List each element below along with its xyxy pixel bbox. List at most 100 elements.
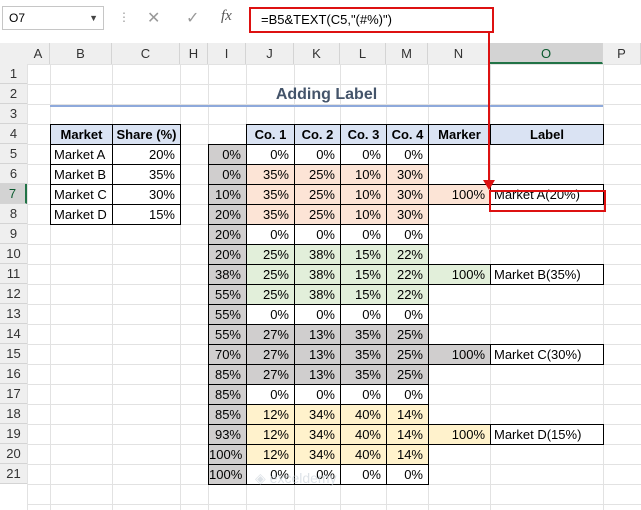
row-header-1[interactable]: 1 [0, 64, 27, 84]
company-value-cell[interactable]: 40% [340, 444, 387, 465]
name-box[interactable]: O7 ▼ [2, 6, 104, 30]
main-table-header[interactable]: Co. 4 [386, 124, 429, 145]
row-header-8[interactable]: 8 [0, 204, 27, 224]
company-value-cell[interactable]: 0% [246, 224, 295, 245]
company-value-cell[interactable]: 30% [386, 164, 429, 185]
company-value-cell[interactable]: 0% [294, 144, 341, 165]
company-value-cell[interactable]: 25% [386, 324, 429, 345]
cumulative-cell[interactable]: 55% [208, 324, 247, 345]
company-value-cell[interactable]: 0% [340, 144, 387, 165]
column-header-j[interactable]: J [246, 43, 294, 64]
company-value-cell[interactable]: 0% [294, 304, 341, 325]
company-value-cell[interactable]: 0% [386, 384, 429, 405]
company-value-cell[interactable]: 13% [294, 364, 341, 385]
cumulative-cell[interactable]: 0% [208, 144, 247, 165]
company-value-cell[interactable]: 34% [294, 404, 341, 425]
company-value-cell[interactable]: 35% [340, 364, 387, 385]
formula-input[interactable]: =B5&TEXT(C5,"(#%)") [249, 7, 494, 33]
company-value-cell[interactable]: 25% [294, 164, 341, 185]
cumulative-cell[interactable]: 20% [208, 204, 247, 225]
column-header-l[interactable]: L [340, 43, 386, 64]
main-table-header[interactable]: Co. 2 [294, 124, 341, 145]
company-value-cell[interactable]: 0% [386, 224, 429, 245]
cumulative-cell[interactable]: 93% [208, 424, 247, 445]
column-header-b[interactable]: B [50, 43, 112, 64]
row-header-14[interactable]: 14 [0, 324, 27, 344]
cumulative-cell[interactable]: 85% [208, 364, 247, 385]
column-header-n[interactable]: N [428, 43, 490, 64]
row-header-19[interactable]: 19 [0, 424, 27, 444]
column-header-i[interactable]: I [208, 43, 246, 64]
company-value-cell[interactable]: 35% [246, 204, 295, 225]
column-header-k[interactable]: K [294, 43, 340, 64]
company-value-cell[interactable]: 0% [386, 144, 429, 165]
market-name-cell[interactable]: Market D [50, 204, 113, 225]
company-value-cell[interactable]: 35% [246, 164, 295, 185]
company-value-cell[interactable]: 40% [340, 424, 387, 445]
market-name-cell[interactable]: Market B [50, 164, 113, 185]
company-value-cell[interactable]: 27% [246, 364, 295, 385]
company-value-cell[interactable]: 0% [246, 304, 295, 325]
company-value-cell[interactable]: 15% [340, 264, 387, 285]
company-value-cell[interactable]: 22% [386, 244, 429, 265]
row-header-9[interactable]: 9 [0, 224, 27, 244]
company-value-cell[interactable]: 10% [340, 204, 387, 225]
chevron-down-icon[interactable]: ▼ [89, 7, 98, 29]
row-header-17[interactable]: 17 [0, 384, 27, 404]
share-value-cell[interactable]: 15% [112, 204, 181, 225]
row-header-21[interactable]: 21 [0, 464, 27, 484]
company-value-cell[interactable]: 13% [294, 344, 341, 365]
company-value-cell[interactable]: 25% [294, 184, 341, 205]
row-header-13[interactable]: 13 [0, 304, 27, 324]
company-value-cell[interactable]: 25% [246, 264, 295, 285]
marker-cell[interactable]: 100% [428, 184, 491, 205]
column-header-m[interactable]: M [386, 43, 428, 64]
company-value-cell[interactable]: 25% [386, 364, 429, 385]
company-value-cell[interactable]: 30% [386, 204, 429, 225]
column-header-o[interactable]: O [490, 43, 603, 64]
marker-cell[interactable]: 100% [428, 424, 491, 445]
company-value-cell[interactable]: 0% [386, 464, 429, 485]
row-header-2[interactable]: 2 [0, 84, 27, 104]
company-value-cell[interactable]: 35% [246, 184, 295, 205]
share-value-cell[interactable]: 35% [112, 164, 181, 185]
cumulative-cell[interactable]: 100% [208, 444, 247, 465]
column-header-c[interactable]: C [112, 43, 180, 64]
label-cell[interactable]: Market B(35%) [490, 264, 604, 285]
company-value-cell[interactable]: 0% [246, 144, 295, 165]
row-header-3[interactable]: 3 [0, 104, 27, 124]
label-cell[interactable]: Market D(15%) [490, 424, 604, 445]
cumulative-cell[interactable]: 0% [208, 164, 247, 185]
company-value-cell[interactable]: 14% [386, 404, 429, 425]
company-value-cell[interactable]: 38% [294, 284, 341, 305]
main-table-header[interactable]: Co. 3 [340, 124, 387, 145]
company-value-cell[interactable]: 38% [294, 264, 341, 285]
company-value-cell[interactable]: 25% [294, 204, 341, 225]
company-value-cell[interactable]: 25% [246, 284, 295, 305]
company-value-cell[interactable]: 25% [246, 244, 295, 265]
marker-cell[interactable]: 100% [428, 344, 491, 365]
company-value-cell[interactable]: 0% [246, 384, 295, 405]
market-name-cell[interactable]: Market C [50, 184, 113, 205]
company-value-cell[interactable]: 10% [340, 164, 387, 185]
row-header-18[interactable]: 18 [0, 404, 27, 424]
company-value-cell[interactable]: 12% [246, 444, 295, 465]
company-value-cell[interactable]: 0% [340, 464, 387, 485]
cumulative-cell[interactable]: 100% [208, 464, 247, 485]
label-cell[interactable]: Market C(30%) [490, 344, 604, 365]
enter-icon[interactable]: ✓ [186, 8, 199, 28]
row-header-10[interactable]: 10 [0, 244, 27, 264]
company-value-cell[interactable]: 0% [294, 384, 341, 405]
market-name-cell[interactable]: Market A [50, 144, 113, 165]
company-value-cell[interactable]: 14% [386, 424, 429, 445]
main-table-header[interactable]: Co. 1 [246, 124, 295, 145]
column-header-h[interactable]: H [180, 43, 208, 64]
row-header-6[interactable]: 6 [0, 164, 27, 184]
company-value-cell[interactable]: 22% [386, 284, 429, 305]
company-value-cell[interactable]: 34% [294, 444, 341, 465]
company-value-cell[interactable]: 40% [340, 404, 387, 425]
company-value-cell[interactable]: 0% [340, 384, 387, 405]
row-header-20[interactable]: 20 [0, 444, 27, 464]
share-value-cell[interactable]: 20% [112, 144, 181, 165]
company-value-cell[interactable]: 12% [246, 404, 295, 425]
